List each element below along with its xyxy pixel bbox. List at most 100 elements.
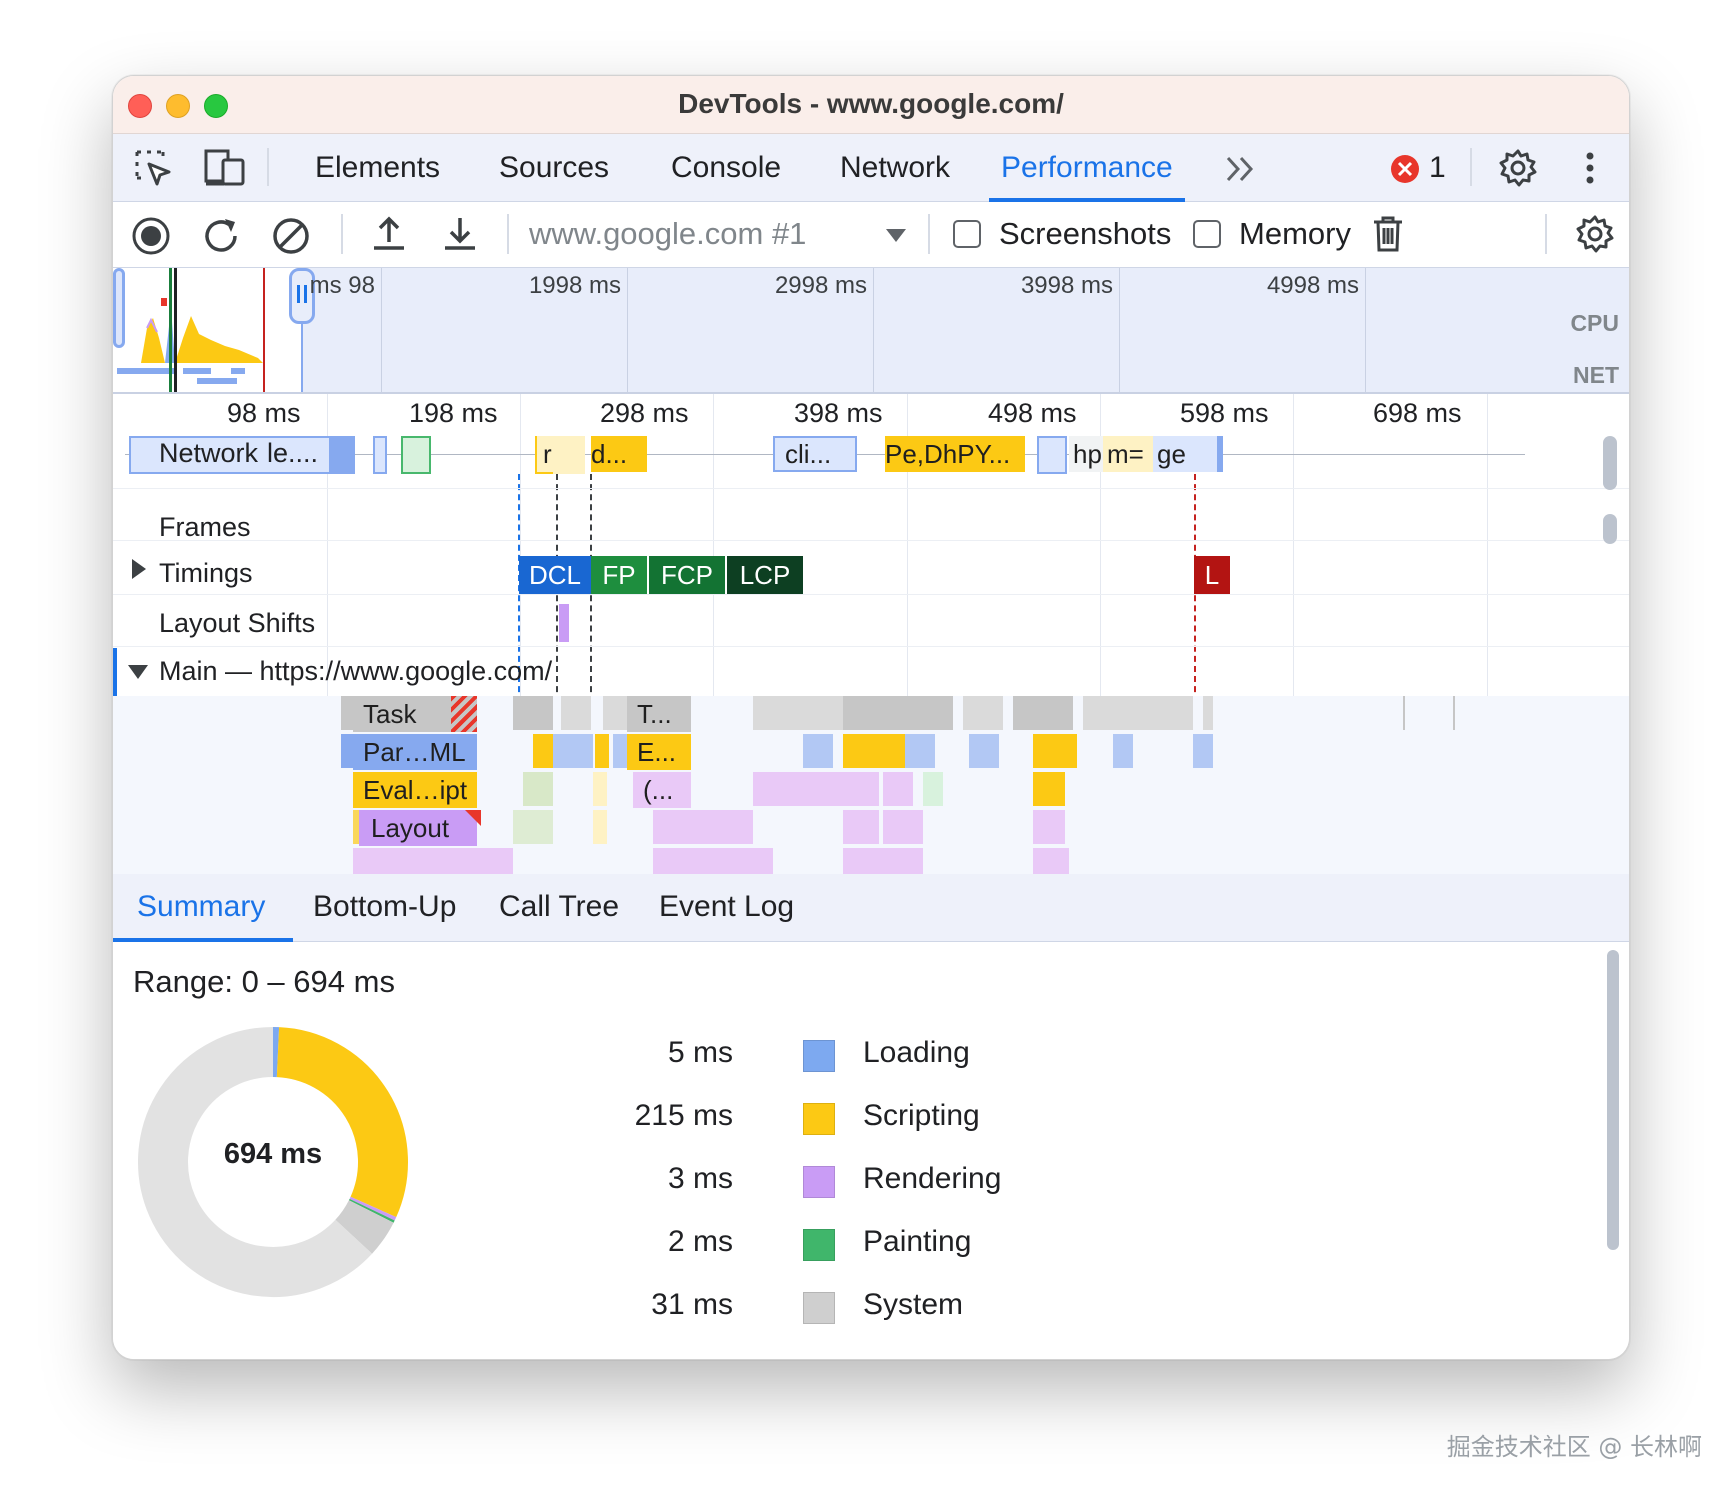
net-label: NET	[1573, 362, 1619, 388]
main-thread-label[interactable]: Main — https://www.google.com/	[159, 656, 552, 687]
summary-total: 694 ms	[223, 1138, 323, 1170]
l-marker[interactable]: L	[1194, 556, 1230, 594]
task-block[interactable]: T...	[627, 696, 691, 732]
device-toolbar-icon[interactable]	[203, 148, 247, 188]
network-request[interactable]: Pe,DhPY...	[885, 436, 1025, 472]
cpu-label: CPU	[1570, 310, 1619, 336]
tab-performance[interactable]: Performance	[989, 148, 1185, 202]
system-time: 31 ms	[651, 1288, 733, 1321]
overview-tick: 98 ms	[309, 272, 375, 299]
network-request[interactable]: ge	[1153, 436, 1223, 472]
inspect-element-icon[interactable]	[133, 148, 173, 188]
network-request[interactable]: d...	[591, 436, 647, 472]
function-call-block[interactable]: (...	[633, 772, 691, 808]
evaluate-block[interactable]: E...	[627, 734, 691, 770]
overview-left-handle[interactable]	[113, 268, 125, 348]
legend-system: 31 ms System	[563, 1288, 963, 1328]
ruler-tick: 98 ms	[227, 398, 301, 428]
watermark: 掘金技术社区 @ 长林啊	[1446, 1433, 1702, 1461]
ruler-tick: 698 ms	[1373, 398, 1462, 428]
profile-select[interactable]: www.google.com #1	[529, 216, 806, 252]
network-request[interactable]: m=	[1103, 436, 1153, 472]
donut-slice-system	[334, 1199, 394, 1254]
flame-chart[interactable]: 98 ms 198 ms 298 ms 398 ms 498 ms 598 ms…	[113, 394, 1629, 874]
download-profile-icon[interactable]	[440, 214, 480, 254]
network-request[interactable]: le....	[267, 438, 329, 469]
frames-track-label[interactable]: Frames	[159, 512, 251, 543]
separator	[267, 148, 269, 186]
reload-record-icon[interactable]	[201, 216, 241, 256]
painting-time: 2 ms	[667, 1225, 733, 1258]
legend-rendering: 3 ms Rendering	[563, 1162, 1001, 1202]
tab-console[interactable]: Console	[671, 148, 781, 202]
tab-bottom-up[interactable]: Bottom-Up	[313, 890, 456, 924]
timeline-overview[interactable]: 98 ms 1998 ms 2998 ms 3998 ms 4998 ms CP…	[113, 268, 1629, 394]
layout-shifts-track-label[interactable]: Layout Shifts	[159, 608, 315, 639]
trash-icon[interactable]	[1371, 214, 1405, 254]
tab-sources[interactable]: Sources	[499, 148, 609, 202]
performance-toolbar: www.google.com #1 Screenshots Memory	[113, 202, 1629, 268]
memory-checkbox[interactable]	[1193, 220, 1221, 248]
details-tab-bar: Summary Bottom-Up Call Tree Event Log	[113, 874, 1629, 942]
upload-profile-icon[interactable]	[369, 214, 409, 254]
layout-block[interactable]: Layout	[359, 810, 477, 846]
collapse-triangle-icon[interactable]	[127, 664, 149, 680]
summary-panel: Range: 0 – 694 ms 694 ms 5 ms Loading 21…	[113, 942, 1629, 1359]
screenshots-checkbox[interactable]	[953, 220, 981, 248]
donut-slice-painting	[348, 1198, 395, 1223]
chevron-double-right-icon[interactable]	[1223, 154, 1259, 184]
title-bar: DevTools - www.google.com/	[113, 76, 1629, 134]
window-title: DevTools - www.google.com/	[678, 88, 1064, 119]
flame-scrollbar[interactable]	[1603, 514, 1617, 544]
memory-label: Memory	[1239, 216, 1351, 251]
overview-tick: 1998 ms	[528, 272, 621, 299]
network-track-label[interactable]: Network	[159, 438, 258, 469]
donut-slice-rendering	[349, 1196, 397, 1221]
clear-icon[interactable]	[271, 216, 311, 256]
tab-elements[interactable]: Elements	[315, 148, 440, 202]
scripting-swatch	[803, 1103, 835, 1135]
lcp-marker[interactable]: LCP	[727, 556, 803, 594]
devtools-window: DevTools - www.google.com/ Elements Sour…	[112, 75, 1630, 1360]
ruler-tick: 598 ms	[1180, 398, 1269, 428]
fp-marker[interactable]: FP	[591, 556, 647, 594]
error-icon[interactable]	[1390, 154, 1420, 184]
fcp-marker[interactable]: FCP	[649, 556, 725, 594]
separator	[507, 214, 509, 254]
network-request[interactable]: hp	[1069, 436, 1103, 472]
painting-label: Painting	[863, 1225, 972, 1258]
summary-scrollbar[interactable]	[1607, 950, 1619, 1250]
separator	[1545, 214, 1547, 254]
tab-network[interactable]: Network	[840, 148, 950, 202]
dcl-marker[interactable]: DCL	[519, 556, 591, 594]
rendering-swatch	[803, 1166, 835, 1198]
tab-event-log[interactable]: Event Log	[659, 890, 794, 924]
donut-slice-scripting	[276, 1027, 408, 1218]
separator	[928, 214, 930, 254]
settings-gear-icon[interactable]	[1498, 148, 1538, 188]
main-tab-bar: Elements Sources Console Network Perform…	[113, 134, 1629, 202]
ruler-tick: 198 ms	[409, 398, 498, 428]
record-icon[interactable]	[131, 216, 171, 256]
capture-settings-gear-icon[interactable]	[1575, 214, 1615, 254]
separator	[1470, 148, 1472, 186]
flame-scrollbar[interactable]	[1603, 436, 1617, 490]
error-count[interactable]: 1	[1429, 148, 1446, 202]
loading-time: 5 ms	[667, 1036, 733, 1069]
legend-scripting: 215 ms Scripting	[563, 1099, 980, 1139]
scripting-label: Scripting	[863, 1099, 980, 1132]
ruler-tick: 498 ms	[988, 398, 1077, 428]
more-options-icon[interactable]	[1583, 148, 1597, 188]
legend-painting: 2 ms Painting	[563, 1225, 971, 1265]
system-label: System	[863, 1288, 964, 1321]
parse-html-block[interactable]: Par…ML	[353, 734, 477, 770]
tab-call-tree[interactable]: Call Tree	[499, 890, 619, 924]
network-request[interactable]: cli...	[773, 436, 857, 472]
tab-summary[interactable]: Summary	[137, 890, 265, 924]
evaluate-script-block[interactable]: Eval…ipt	[353, 772, 477, 808]
scripting-time: 215 ms	[634, 1099, 733, 1132]
expand-triangle-icon[interactable]	[131, 558, 147, 580]
dropdown-arrow-icon[interactable]	[885, 228, 907, 244]
system-swatch	[803, 1292, 835, 1324]
timings-track-label[interactable]: Timings	[159, 558, 253, 589]
